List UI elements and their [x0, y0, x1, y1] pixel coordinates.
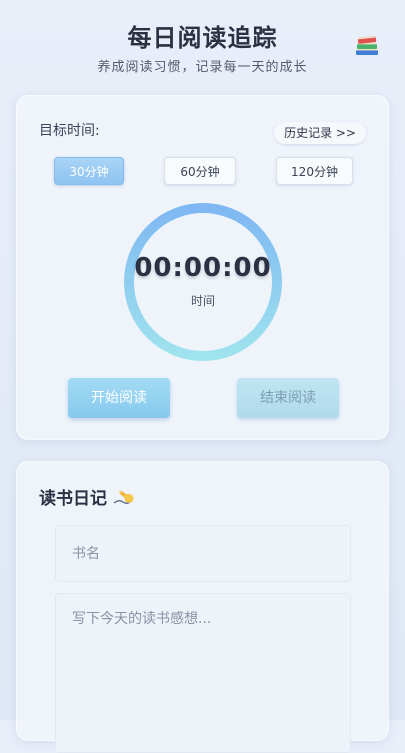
stop-reading-button[interactable]: 结束阅读	[237, 378, 339, 418]
goal-time-label: 目标时间:	[39, 123, 100, 139]
goal-option-60[interactable]: 60分钟	[164, 157, 236, 185]
timer-display: 00:00:00	[134, 253, 272, 283]
book-title-input[interactable]	[55, 525, 351, 582]
writing-hand-icon	[113, 490, 134, 504]
diary-card: 读书日记	[16, 461, 389, 753]
timer-caption: 时间	[190, 294, 215, 308]
app-header: 每日阅读追踪 养成阅读习惯，记录每一天的成长	[0, 0, 405, 90]
books-icon	[356, 36, 378, 55]
timer-card: 目标时间: 历史记录 >> 30分钟 60分钟 120分钟 00:00:00 时…	[16, 95, 389, 440]
page-subtitle: 养成阅读习惯，记录每一天的成长	[97, 60, 308, 75]
page-title: 每日阅读追踪	[127, 24, 278, 52]
diary-title: 读书日记	[39, 484, 137, 509]
goal-option-120[interactable]: 120分钟	[276, 157, 353, 185]
diary-title-text: 读书日记	[39, 489, 107, 509]
reading-notes-textarea[interactable]	[55, 593, 351, 753]
start-reading-button[interactable]: 开始阅读	[68, 378, 170, 418]
history-button[interactable]: 历史记录 >>	[274, 122, 366, 144]
goal-option-30[interactable]: 30分钟	[54, 157, 124, 185]
